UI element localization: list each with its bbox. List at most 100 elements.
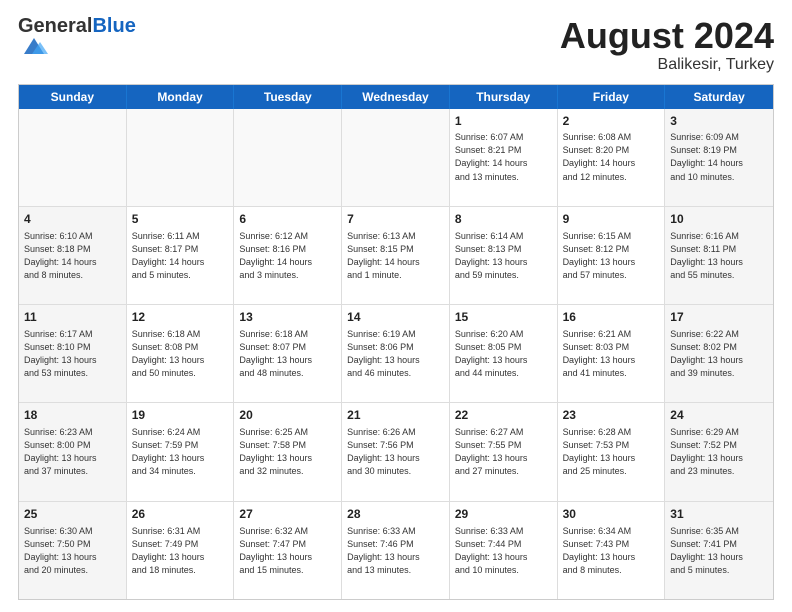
day-number: 19	[132, 407, 229, 424]
logo-text: GeneralBlue	[18, 16, 136, 36]
day-number: 23	[563, 407, 660, 424]
cal-row-3: 11 Sunrise: 6:17 AM Sunset: 8:10 PM Dayli…	[19, 304, 773, 402]
day-number: 3	[670, 113, 768, 130]
day-number: 9	[563, 211, 660, 228]
day-number: 27	[239, 506, 336, 523]
cell-text: Sunrise: 6:35 AM Sunset: 7:41 PM Dayligh…	[670, 525, 768, 577]
logo-icon	[20, 36, 48, 56]
cell-text: Sunrise: 6:12 AM Sunset: 8:16 PM Dayligh…	[239, 230, 336, 282]
cell-text: Sunrise: 6:33 AM Sunset: 7:46 PM Dayligh…	[347, 525, 444, 577]
cell-text: Sunrise: 6:34 AM Sunset: 7:43 PM Dayligh…	[563, 525, 660, 577]
cal-cell: 25 Sunrise: 6:30 AM Sunset: 7:50 PM Dayli…	[19, 502, 127, 599]
calendar: SundayMondayTuesdayWednesdayThursdayFrid…	[18, 84, 774, 600]
day-number: 25	[24, 506, 121, 523]
cell-text: Sunrise: 6:08 AM Sunset: 8:20 PM Dayligh…	[563, 131, 660, 183]
day-number: 1	[455, 113, 552, 130]
cal-cell: 17Sunrise: 6:22 AM Sunset: 8:02 PM Dayli…	[665, 305, 773, 402]
cal-cell: 1Sunrise: 6:07 AM Sunset: 8:21 PM Daylig…	[450, 109, 558, 206]
cell-text: Sunrise: 6:18 AM Sunset: 8:08 PM Dayligh…	[132, 328, 229, 380]
cal-cell: 8 Sunrise: 6:14 AM Sunset: 8:13 PM Daylig…	[450, 207, 558, 304]
cal-cell: 24 Sunrise: 6:29 AM Sunset: 7:52 PM Dayli…	[665, 403, 773, 500]
cal-cell: 31Sunrise: 6:35 AM Sunset: 7:41 PM Dayli…	[665, 502, 773, 599]
cell-text: Sunrise: 6:25 AM Sunset: 7:58 PM Dayligh…	[239, 426, 336, 478]
cal-header-friday: Friday	[558, 85, 666, 109]
cal-cell: 9 Sunrise: 6:15 AM Sunset: 8:12 PM Daylig…	[558, 207, 666, 304]
cal-cell: 13Sunrise: 6:18 AM Sunset: 8:07 PM Dayli…	[234, 305, 342, 402]
day-number: 24	[670, 407, 768, 424]
page: GeneralBlue August 2024 Balikesir, Turke…	[0, 0, 792, 612]
cell-text: Sunrise: 6:29 AM Sunset: 7:52 PM Dayligh…	[670, 426, 768, 478]
cell-text: Sunrise: 6:09 AM Sunset: 8:19 PM Dayligh…	[670, 131, 768, 183]
cal-cell: 22 Sunrise: 6:27 AM Sunset: 7:55 PM Dayli…	[450, 403, 558, 500]
logo-blue: Blue	[92, 15, 135, 37]
cal-row-4: 18Sunrise: 6:23 AM Sunset: 8:00 PM Dayli…	[19, 402, 773, 500]
day-number: 29	[455, 506, 552, 523]
calendar-body: 1Sunrise: 6:07 AM Sunset: 8:21 PM Daylig…	[19, 109, 773, 599]
cal-row-2: 4Sunrise: 6:10 AM Sunset: 8:18 PM Daylig…	[19, 206, 773, 304]
cal-cell: 15 Sunrise: 6:20 AM Sunset: 8:05 PM Dayli…	[450, 305, 558, 402]
day-number: 16	[563, 309, 660, 326]
cal-cell: 27 Sunrise: 6:32 AM Sunset: 7:47 PM Dayli…	[234, 502, 342, 599]
header: GeneralBlue August 2024 Balikesir, Turke…	[18, 16, 774, 74]
cal-cell: 16Sunrise: 6:21 AM Sunset: 8:03 PM Dayli…	[558, 305, 666, 402]
day-number: 21	[347, 407, 444, 424]
cal-cell: 10Sunrise: 6:16 AM Sunset: 8:11 PM Dayli…	[665, 207, 773, 304]
day-number: 2	[563, 113, 660, 130]
logo: GeneralBlue	[18, 16, 136, 61]
cal-cell	[342, 109, 450, 206]
day-number: 20	[239, 407, 336, 424]
cal-cell: 6 Sunrise: 6:12 AM Sunset: 8:16 PM Daylig…	[234, 207, 342, 304]
logo-general: General	[18, 15, 92, 37]
cal-cell: 30 Sunrise: 6:34 AM Sunset: 7:43 PM Dayli…	[558, 502, 666, 599]
page-subtitle: Balikesir, Turkey	[560, 56, 774, 74]
cal-cell	[234, 109, 342, 206]
cell-text: Sunrise: 6:33 AM Sunset: 7:44 PM Dayligh…	[455, 525, 552, 577]
cal-cell: 23 Sunrise: 6:28 AM Sunset: 7:53 PM Dayli…	[558, 403, 666, 500]
cal-header-saturday: Saturday	[665, 85, 773, 109]
day-number: 15	[455, 309, 552, 326]
cell-text: Sunrise: 6:14 AM Sunset: 8:13 PM Dayligh…	[455, 230, 552, 282]
cal-cell: 18Sunrise: 6:23 AM Sunset: 8:00 PM Dayli…	[19, 403, 127, 500]
day-number: 22	[455, 407, 552, 424]
cell-text: Sunrise: 6:26 AM Sunset: 7:56 PM Dayligh…	[347, 426, 444, 478]
day-number: 26	[132, 506, 229, 523]
cal-cell: 12Sunrise: 6:18 AM Sunset: 8:08 PM Dayli…	[127, 305, 235, 402]
cal-row-1: 1Sunrise: 6:07 AM Sunset: 8:21 PM Daylig…	[19, 109, 773, 206]
cal-cell: 29 Sunrise: 6:33 AM Sunset: 7:44 PM Dayli…	[450, 502, 558, 599]
cal-cell: 19 Sunrise: 6:24 AM Sunset: 7:59 PM Dayli…	[127, 403, 235, 500]
cell-text: Sunrise: 6:11 AM Sunset: 8:17 PM Dayligh…	[132, 230, 229, 282]
cal-cell: 26 Sunrise: 6:31 AM Sunset: 7:49 PM Dayli…	[127, 502, 235, 599]
day-number: 6	[239, 211, 336, 228]
day-number: 30	[563, 506, 660, 523]
cell-text: Sunrise: 6:17 AM Sunset: 8:10 PM Dayligh…	[24, 328, 121, 380]
cal-cell: 28 Sunrise: 6:33 AM Sunset: 7:46 PM Dayli…	[342, 502, 450, 599]
cal-header-wednesday: Wednesday	[342, 85, 450, 109]
cell-text: Sunrise: 6:15 AM Sunset: 8:12 PM Dayligh…	[563, 230, 660, 282]
cell-text: Sunrise: 6:30 AM Sunset: 7:50 PM Dayligh…	[24, 525, 121, 577]
cell-text: Sunrise: 6:16 AM Sunset: 8:11 PM Dayligh…	[670, 230, 768, 282]
cal-row-5: 25 Sunrise: 6:30 AM Sunset: 7:50 PM Dayli…	[19, 501, 773, 599]
cal-cell: 3Sunrise: 6:09 AM Sunset: 8:19 PM Daylig…	[665, 109, 773, 206]
cal-cell: 7Sunrise: 6:13 AM Sunset: 8:15 PM Daylig…	[342, 207, 450, 304]
day-number: 11	[24, 309, 121, 326]
day-number: 8	[455, 211, 552, 228]
cal-cell: 5Sunrise: 6:11 AM Sunset: 8:17 PM Daylig…	[127, 207, 235, 304]
cal-cell	[19, 109, 127, 206]
cell-text: Sunrise: 6:13 AM Sunset: 8:15 PM Dayligh…	[347, 230, 444, 282]
cell-text: Sunrise: 6:28 AM Sunset: 7:53 PM Dayligh…	[563, 426, 660, 478]
cell-text: Sunrise: 6:22 AM Sunset: 8:02 PM Dayligh…	[670, 328, 768, 380]
cell-text: Sunrise: 6:20 AM Sunset: 8:05 PM Dayligh…	[455, 328, 552, 380]
calendar-header: SundayMondayTuesdayWednesdayThursdayFrid…	[19, 85, 773, 109]
cell-text: Sunrise: 6:19 AM Sunset: 8:06 PM Dayligh…	[347, 328, 444, 380]
cell-text: Sunrise: 6:27 AM Sunset: 7:55 PM Dayligh…	[455, 426, 552, 478]
cal-cell: 21 Sunrise: 6:26 AM Sunset: 7:56 PM Dayli…	[342, 403, 450, 500]
cell-text: Sunrise: 6:18 AM Sunset: 8:07 PM Dayligh…	[239, 328, 336, 380]
cell-text: Sunrise: 6:24 AM Sunset: 7:59 PM Dayligh…	[132, 426, 229, 478]
cell-text: Sunrise: 6:07 AM Sunset: 8:21 PM Dayligh…	[455, 131, 552, 183]
cal-cell: 14Sunrise: 6:19 AM Sunset: 8:06 PM Dayli…	[342, 305, 450, 402]
cell-text: Sunrise: 6:32 AM Sunset: 7:47 PM Dayligh…	[239, 525, 336, 577]
cell-text: Sunrise: 6:23 AM Sunset: 8:00 PM Dayligh…	[24, 426, 121, 478]
cell-text: Sunrise: 6:31 AM Sunset: 7:49 PM Dayligh…	[132, 525, 229, 577]
title-block: August 2024 Balikesir, Turkey	[560, 16, 774, 74]
day-number: 28	[347, 506, 444, 523]
